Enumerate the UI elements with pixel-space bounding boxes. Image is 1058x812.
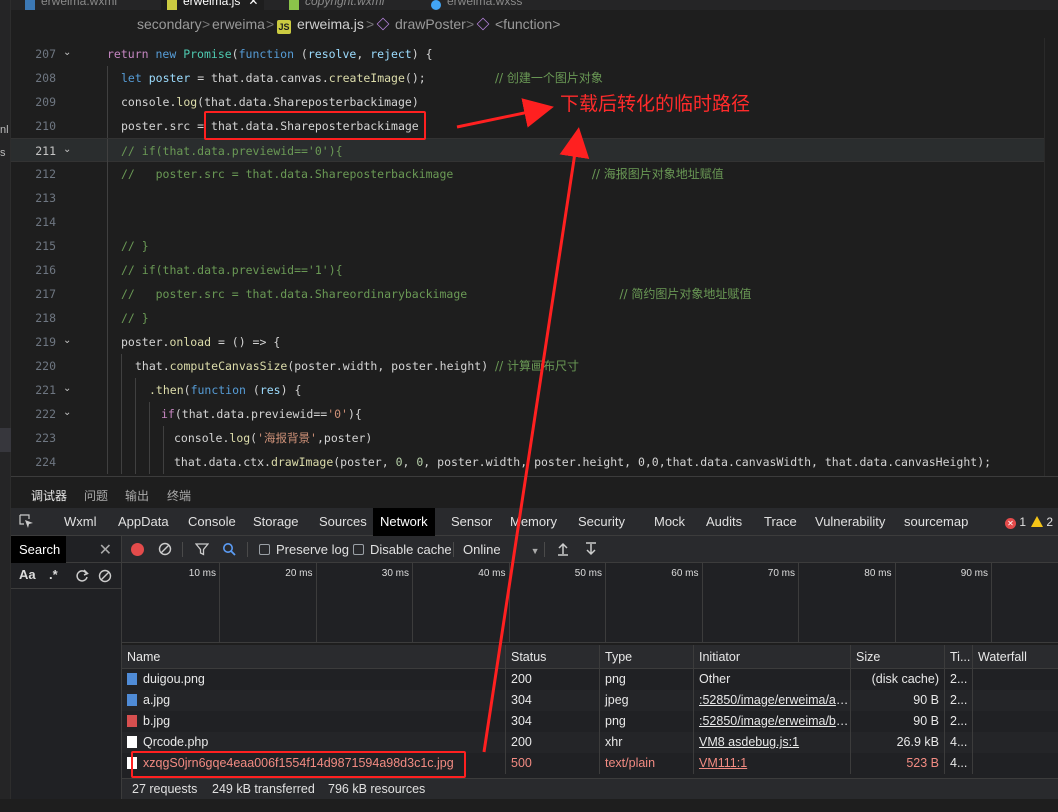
annotation-note: 下载后转化的临时路径 [560, 93, 751, 115]
arrow-from-request [482, 127, 590, 753]
arrow-to-note [456, 98, 554, 129]
annotation-arrows [456, 98, 590, 753]
